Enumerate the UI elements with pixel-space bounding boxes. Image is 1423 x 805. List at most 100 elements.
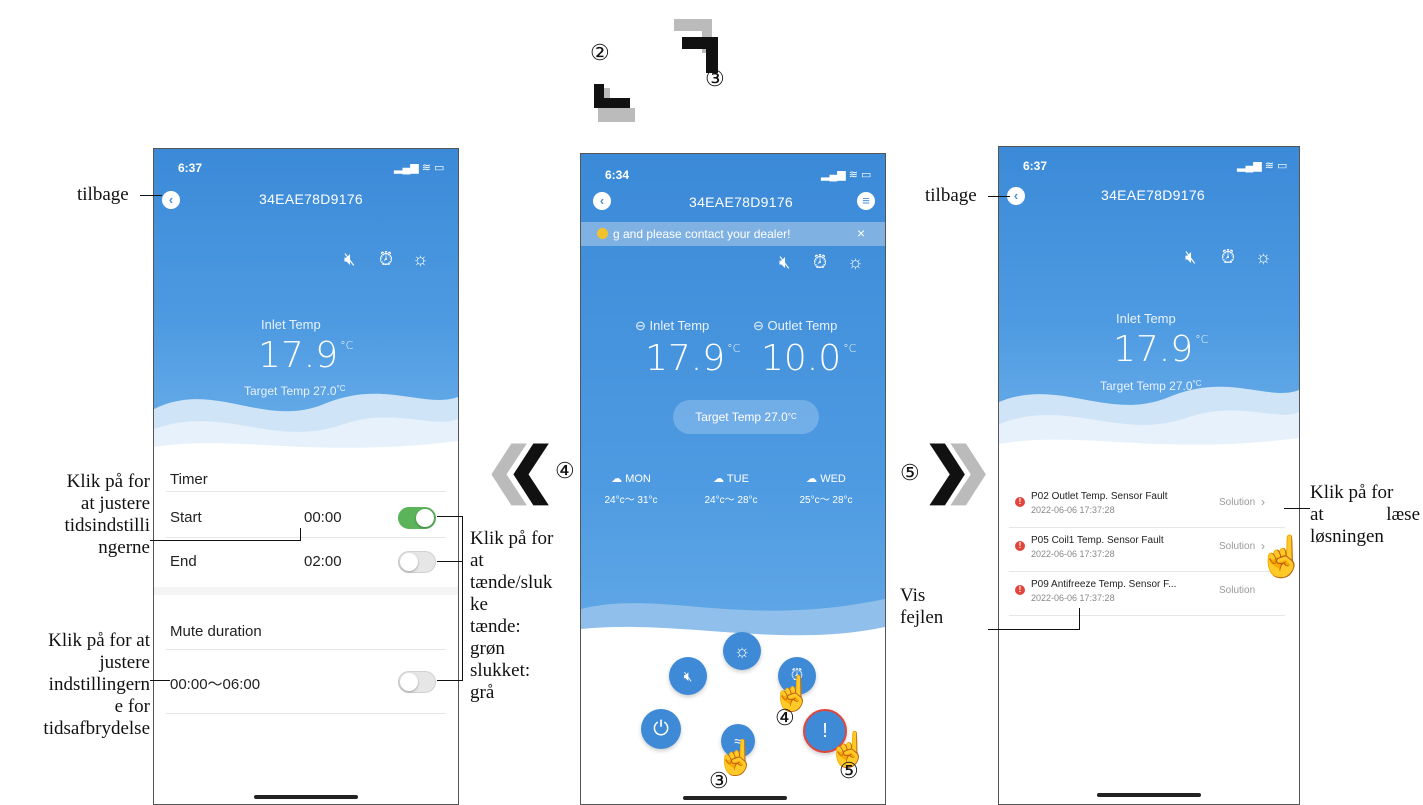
fault-row[interactable]: ! P09 Antifreeze Temp. Sensor F... 2022-… [1009,575,1285,615]
fault-row[interactable]: ! P02 Outlet Temp. Sensor Fault 2022-06-… [1009,487,1285,527]
nav-step-2-arrow [590,60,650,130]
fault-icon: ! [1015,585,1025,595]
sun-button[interactable]: ☼ [723,632,761,670]
start-toggle[interactable] [398,507,436,529]
end-time[interactable]: 02:00 [304,553,342,570]
hand-3-label: ③ [709,768,729,793]
inlet-temp-value: 17.9 °C [258,335,354,376]
hand-5-label: ⑤ [839,758,859,783]
fault-title: P09 Antifreeze Temp. Sensor F... [1031,579,1177,590]
leader-line [437,561,462,562]
leader-line [988,629,1080,630]
target-temp-pill[interactable]: Target Temp 27.0°C [673,400,819,434]
fault-row[interactable]: ! P05 Coil1 Temp. Sensor Fault 2022-06-0… [1009,531,1285,571]
fault-date: 2022-06-06 17:37:28 [1031,593,1115,603]
mute-icon[interactable]: 🔇︎ [1185,247,1196,267]
phone-fault-screen: 6:37 ▂▄▆ ≋ ▭ ‹ 34EAE78D9176 🔇︎ ⏰︎ ☼ Inle… [998,146,1300,805]
status-signal-icon: ▂▄▆ ≋ ▭ [394,162,445,174]
outlet-icon: ⊖ [753,318,768,333]
solution-link[interactable]: Solution [1219,497,1255,508]
device-id-title: 34EAE78D9176 [689,194,794,210]
leader-line [140,195,162,196]
step-5-chevron-icon: ❯ [922,436,973,503]
status-time: 6:37 [178,161,203,175]
timer-annotation: Klik på for at justere tidsindstilli ngerne [64,471,150,558]
back-annotation: tilbage [925,185,977,206]
mute-button[interactable]: 🔇︎ [669,657,707,695]
alert-banner-text: g and please contact your dealer! [613,227,791,241]
chevron-right-icon: › [1261,495,1265,509]
step-2-number: ② [590,40,610,65]
alarm-icon[interactable]: ⏰︎ [1221,247,1235,267]
divider [166,649,446,650]
leader-line [1284,508,1310,509]
warning-icon [597,228,608,239]
step-4-chevron-icon: ❮ [506,436,557,503]
inlet-temp-value: 17.9 °C [645,338,741,379]
mute-range[interactable]: 00:00～06:00 [170,673,260,694]
cloud-icon: ☁ [713,473,725,485]
sun-icon[interactable]: ☼ [1255,247,1272,267]
sun-icon[interactable]: ☼ [847,252,864,272]
device-id-title: 34EAE78D9176 [1101,187,1206,203]
target-temp-text: Target Temp 27.0°C [244,384,346,398]
alert-banner[interactable]: g and please contact your dealer! × [581,222,885,246]
phone-timer-screen: 6:37 ▂▄▆ ≋ ▭ ‹ 34EAE78D9176 🔇︎ ⏰︎ ☼ Inle… [153,148,459,805]
status-time: 6:37 [1023,159,1048,173]
back-button[interactable]: ‹ [162,191,180,209]
leader-line [462,516,463,680]
start-label: Start [170,509,202,526]
timer-header: Timer [170,471,208,488]
fault-title: P02 Outlet Temp. Sensor Fault [1031,491,1168,502]
mute-toggle[interactable] [398,671,436,693]
weather-wed: ☁ WED 25°c～ 28°c [799,473,853,506]
divider [1009,571,1285,572]
leader-line [300,528,301,541]
leader-line [1079,608,1080,630]
step-5-number: ⑤ [900,460,920,485]
step-3-number: ③ [705,66,725,91]
solution-link[interactable]: Solution [1219,541,1255,552]
alarm-icon[interactable]: ⏰︎ [813,252,827,272]
divider [166,491,446,492]
weather-tue: ☁ TUE 24°c～ 28°c [704,473,758,506]
device-id-title: 34EAE78D9176 [259,191,364,207]
start-time[interactable]: 00:00 [304,509,342,526]
fault-icon: ! [1015,541,1025,551]
divider [166,537,446,538]
home-indicator [683,796,787,800]
leader-line [437,516,462,517]
outlet-temp-value: 10.0 °C [761,338,857,379]
leader-line [988,196,1010,197]
outlet-temp-label: ⊖ Outlet Temp [753,318,838,333]
mute-icon[interactable]: 🔇︎ [779,252,790,272]
close-icon[interactable]: × [857,225,865,241]
alarm-icon[interactable]: ⏰︎ [379,249,393,269]
hand-4-label: ④ [775,705,795,730]
inlet-temp-label: Inlet Temp [261,317,321,332]
status-signal-icon: ▂▄▆ ≋ ▭ [821,169,872,181]
inlet-temp-value: 17.9 °C [1113,329,1209,370]
leader-line [150,540,300,541]
target-temp-text: Target Temp 27.0°C [1100,379,1202,393]
back-button[interactable]: ‹ [593,192,611,210]
mute-duration-header: Mute duration [170,623,262,640]
inlet-temp-label: Inlet Temp [1116,311,1176,326]
step-4-number: ④ [555,458,575,483]
menu-button[interactable]: ≡ [857,192,875,210]
power-button[interactable]: ⏻ [641,709,681,749]
hand-pointer-icon: ☝ [1257,533,1299,580]
mute-annotation: Klik på for at justere indstillingern e for… [43,630,150,739]
mute-icon[interactable]: 🔇︎ [344,249,355,269]
chevron-down-left-icon [594,84,635,122]
divider [166,713,446,714]
status-signal-icon: ▂▄▆ ≋ ▭ [1237,160,1288,172]
inlet-temp-label: ⊖ Inlet Temp [635,318,710,333]
home-indicator [254,795,358,799]
leader-line [437,680,463,681]
end-toggle[interactable] [398,551,436,573]
sun-icon[interactable]: ☼ [412,249,429,269]
phone-main-screen: 6:34 ▂▄▆ ≋ ▭ ‹ 34EAE78D9176 ≡ g and plea… [580,153,886,805]
inlet-icon: ⊖ [635,318,650,333]
solution-link[interactable]: Solution [1219,585,1255,596]
